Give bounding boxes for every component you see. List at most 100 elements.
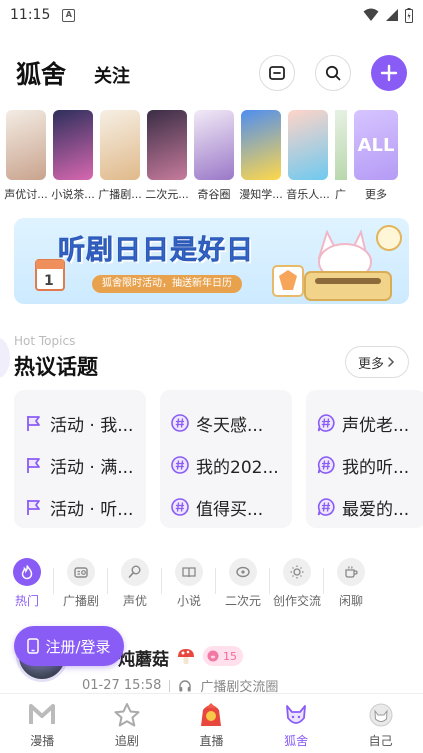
hashtag-icon [171,456,189,474]
topic-item[interactable]: 活动 · 满... [24,444,146,486]
circle-label: 音乐人... [286,188,330,201]
notification-a-icon: A [62,8,76,22]
category-label: 创作交流 [272,594,321,608]
category-label: 热门 [14,594,39,608]
topic-item[interactable]: 冬天感... [170,402,292,444]
topic-text: 值得买... [196,499,264,520]
manbo-logo-icon [29,704,56,724]
circle-item[interactable]: 小说茶... [51,110,95,206]
circle-item[interactable]: 奇谷圈 [194,110,234,206]
circle-item[interactable]: 广... [335,110,347,206]
category-tab-radio-drama[interactable]: 广播剧 [54,558,108,614]
tab-follow-drama[interactable]: 追剧 [85,694,170,753]
category-label: 闲聊 [338,594,363,608]
banner-subtitle: 狐舍限时活动，抽送新年日历 [92,275,242,293]
star-icon [114,703,140,727]
event-banner[interactable]: 1 听剧日日是好日 狐舍限时活动，抽送新年日历 [14,218,409,304]
category-tab-hot[interactable]: 热门 [0,558,54,614]
fox-typewriter-illustration-icon [272,225,402,301]
circle-label: 更多 [365,188,387,201]
level-badge: 15 [203,646,243,666]
topic-item[interactable]: 声优老... [316,402,423,444]
circles-row: 声优讨... 小说茶... 广播剧... 二次元... 奇谷圈 漫知学... 音… [4,110,423,206]
topic-item[interactable]: 最爱的... [316,486,423,528]
inbox-icon [269,66,285,80]
status-bar: 11:15 A [0,0,423,30]
hot-topics-en-title: Hot Topics [14,334,76,348]
lightbulb-icon [283,558,311,586]
register-login-button[interactable]: 注册/登录 [14,626,124,666]
banner-title: 听剧日日是好日 [58,235,254,267]
category-tab-creation[interactable]: 创作交流 [270,558,324,614]
chevron-right-icon [388,357,395,367]
circle-label: 漫知学... [239,188,283,201]
circle-label: 二次元... [145,188,189,201]
hashtag-bubble-icon [317,498,335,516]
circle-item[interactable]: 声优讨... [4,110,48,206]
topic-text: 活动 · 满... [50,457,134,478]
flame-icon [13,558,41,586]
topic-item[interactable]: 我的202... [170,444,292,486]
flag-icon [27,416,40,431]
topic-text: 我的202... [196,457,279,478]
tab-label: 狐舍 [284,734,309,748]
tab-fox-house[interactable]: 狐舍 [254,694,339,753]
circle-item[interactable]: 广播剧... [98,110,142,206]
headphones-icon [179,679,192,691]
radio-icon [67,558,95,586]
profile-avatar-icon [369,703,393,727]
topic-text: 最爱的... [342,499,410,520]
tab-live[interactable]: 直播 [169,694,254,753]
plus-icon [380,64,398,82]
circle-item[interactable]: 二次元... [145,110,189,206]
tab-manbo[interactable]: 漫播 [0,694,85,753]
more-circles-button[interactable]: ALL 更多 [354,110,398,206]
topic-item[interactable]: 我的听... [316,444,423,486]
circle-label: 小说茶... [51,188,95,201]
bottom-tab-bar: 漫播 追剧 直播 狐舍 自己 [0,693,423,753]
divider [169,679,171,692]
topic-text: 我的听... [342,457,410,478]
topic-text: 冬天感... [196,415,264,436]
pig-face-icon [207,650,219,662]
category-label: 小说 [176,594,201,608]
fox-icon [286,705,306,724]
flag-icon [27,500,40,515]
decorative-blob [0,338,10,378]
post-time: 01-27 15:58 [82,678,162,693]
circle-thumbnail [241,110,281,180]
circle-thumbnail [147,110,187,180]
follow-tab[interactable]: 关注 [94,62,130,88]
topic-text: 活动 · 听... [50,499,134,520]
tab-me[interactable]: 自己 [338,694,423,753]
message-button[interactable] [259,55,295,91]
topic-item[interactable]: 活动 · 我... [24,402,146,444]
all-circles-thumbnail: ALL [354,110,398,180]
category-tab-chat[interactable]: 闲聊 [324,558,378,614]
topic-text: 活动 · 我... [50,415,134,436]
topic-item[interactable]: 值得买... [170,486,292,528]
page-title[interactable]: 狐舍 [16,55,66,91]
category-label: 广播剧 [62,594,99,608]
circle-item[interactable]: 漫知学... [239,110,283,206]
category-tab-novel[interactable]: 小说 [162,558,216,614]
category-tab-acg[interactable]: 二次元 [216,558,270,614]
post-author-name[interactable]: 炖蘑菇 [118,645,169,670]
level-number: 15 [223,649,237,663]
hashtag-bubble-icon [317,414,335,432]
create-post-button[interactable] [371,55,407,91]
search-icon [325,65,341,81]
category-tab-voice-actor[interactable]: 声优 [108,558,162,614]
hot-topics-title: 热议话题 [14,355,98,379]
red-envelope-icon [201,703,222,726]
category-tabs: 热门 广播剧 声优 小说 二次元 创作交流 闲聊 [0,558,423,614]
circle-thumbnail [194,110,234,180]
search-button[interactable] [315,55,351,91]
more-label: 更多 [357,356,384,372]
topic-item[interactable]: 活动 · 听... [24,486,146,528]
circle-item[interactable]: 音乐人... [286,110,330,206]
hot-topics-more-button[interactable]: 更多 [345,346,409,378]
circle-label: 声优讨... [4,188,48,201]
category-label: 二次元 [224,594,261,608]
book-icon [175,558,203,586]
